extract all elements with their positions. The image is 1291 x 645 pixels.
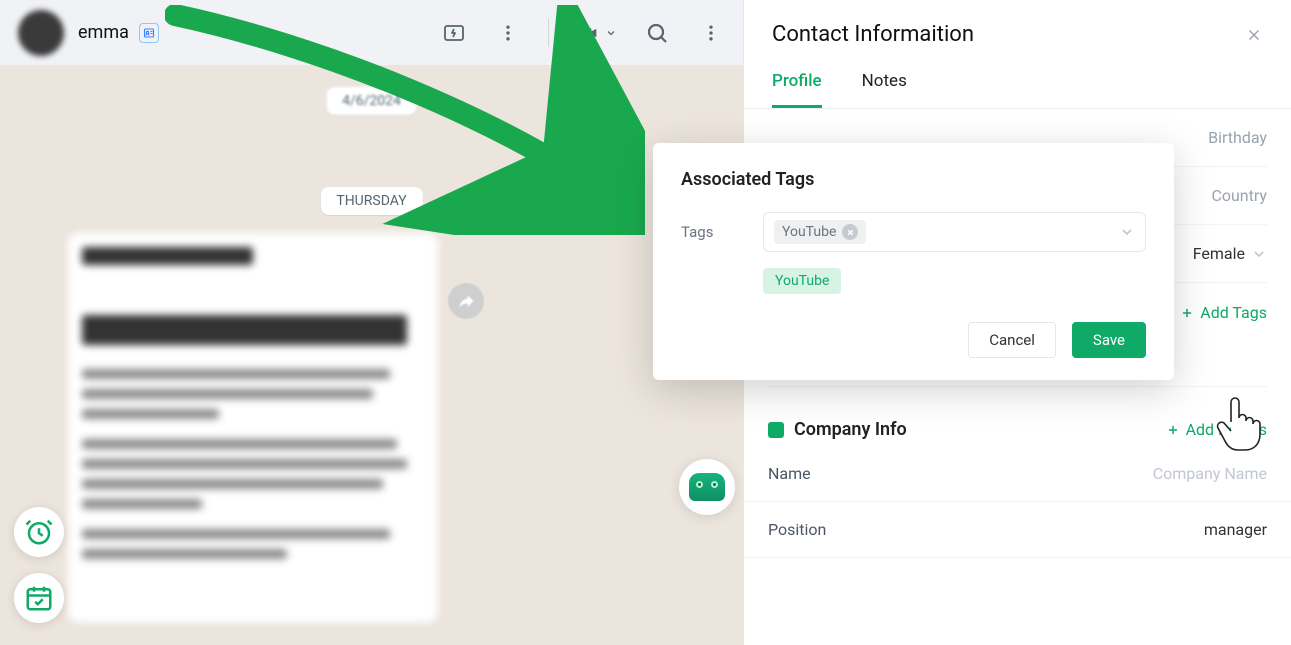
- suggested-tag[interactable]: YouTube: [763, 268, 841, 294]
- close-icon[interactable]: [1245, 26, 1263, 44]
- associated-tags-modal: Associated Tags Tags YouTube YouTube Can…: [653, 143, 1174, 380]
- country-placeholder: Country: [1211, 186, 1267, 205]
- add-tags-button[interactable]: Add Tags: [1180, 303, 1267, 322]
- chat-body: 4/6/2024 THURSDAY: [0, 65, 743, 645]
- contact-avatar[interactable]: [18, 10, 64, 56]
- plus-icon: [1180, 306, 1194, 320]
- video-call-button[interactable]: [575, 23, 617, 43]
- company-title: Company Info: [794, 419, 907, 440]
- date-separator: THURSDAY: [320, 187, 422, 215]
- remove-selected-tag-icon[interactable]: [842, 224, 858, 240]
- message-bubble[interactable]: [68, 233, 438, 623]
- contact-name[interactable]: emma: [78, 22, 129, 43]
- kebab-icon-2[interactable]: [697, 19, 725, 47]
- selected-tag-label: YouTube: [782, 224, 836, 240]
- chat-header: emma: [0, 0, 743, 65]
- forward-icon[interactable]: [448, 283, 484, 319]
- save-button[interactable]: Save: [1072, 322, 1146, 358]
- schedule-button[interactable]: [14, 573, 64, 623]
- company-name-label: Name: [768, 464, 811, 483]
- tags-label: Tags: [681, 223, 741, 241]
- flash-screen-icon[interactable]: [440, 19, 468, 47]
- company-position-row[interactable]: Position manager: [744, 502, 1291, 558]
- company-name-row[interactable]: Name Company Name: [744, 446, 1291, 502]
- chat-panel: emma 4/6/2024 THURSDAY: [0, 0, 743, 645]
- tab-notes[interactable]: Notes: [862, 61, 907, 108]
- date-separator: 4/6/2024: [326, 87, 417, 115]
- tab-profile[interactable]: Profile: [772, 61, 822, 108]
- selected-tag: YouTube: [774, 220, 866, 244]
- reminder-button[interactable]: [14, 507, 64, 557]
- gender-value: Female: [1193, 244, 1245, 263]
- pointer-cursor-icon: [1211, 392, 1263, 454]
- company-section-header: Company Info Add Details: [744, 405, 1291, 446]
- birthday-placeholder: Birthday: [1208, 128, 1267, 147]
- chevron-down-icon: [1119, 224, 1135, 240]
- company-position-label: Position: [768, 520, 826, 539]
- bot-icon: [689, 473, 725, 501]
- plus-icon: [1166, 423, 1180, 437]
- panel-title: Contact Informaition: [772, 22, 974, 47]
- modal-title: Associated Tags: [681, 169, 1146, 190]
- panel-tabs: Profile Notes: [744, 61, 1291, 109]
- section-icon: [768, 422, 784, 438]
- company-name-placeholder: Company Name: [1153, 464, 1267, 483]
- search-icon[interactable]: [643, 19, 671, 47]
- chevron-down-icon: [605, 27, 617, 39]
- cancel-button[interactable]: Cancel: [968, 322, 1056, 358]
- header-actions: [440, 19, 725, 47]
- divider: [548, 19, 549, 47]
- panel-header: Contact Informaition: [744, 0, 1291, 61]
- add-tags-label: Add Tags: [1200, 303, 1267, 322]
- kebab-icon-1[interactable]: [494, 19, 522, 47]
- bot-assistant-button[interactable]: [679, 459, 735, 515]
- contact-card-icon[interactable]: [139, 23, 159, 43]
- company-position-value: manager: [1204, 520, 1267, 539]
- chevron-down-icon: [1251, 246, 1267, 262]
- tags-select[interactable]: YouTube: [763, 212, 1146, 252]
